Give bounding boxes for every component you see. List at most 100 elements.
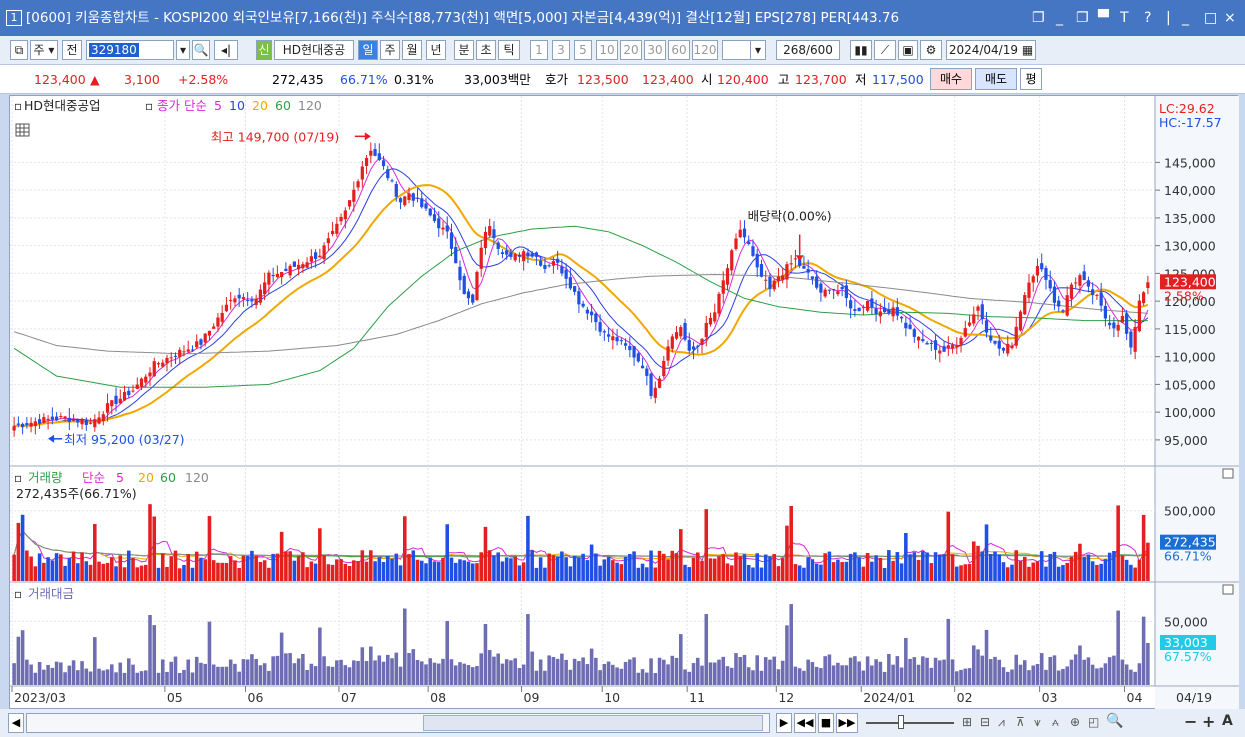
month-tick-label: 08 [430,690,446,705]
minimize-icon[interactable]: _ [1182,0,1189,36]
amount-bar [904,637,908,685]
font-icon[interactable]: T [1120,0,1129,36]
amt-legend-name[interactable]: 거래대금 [28,586,74,601]
search-icon[interactable]: 🔍 [192,40,210,60]
candle-body [195,341,199,348]
zoom-slider-track[interactable] [866,722,954,724]
interval-60[interactable]: 60 [668,40,690,60]
table-toggle-icon[interactable] [15,123,30,137]
tool-split-icon[interactable]: ⊟ [980,715,990,729]
maximize-icon[interactable]: □ [1204,0,1217,36]
candle-body [292,261,296,267]
tile-icon[interactable]: ❐ [1076,0,1089,36]
nav-play-button[interactable]: ▶ [776,713,792,733]
tool-fan-icon[interactable]: ⩜ [1052,715,1059,730]
period-year-tab[interactable]: 년 [426,40,446,60]
count-input[interactable]: 268/600 [776,40,840,60]
zoom-slider-handle[interactable] [898,715,904,729]
amount-bar [25,659,29,685]
amount-bar [925,657,929,685]
period-minute-tab[interactable]: 분 [454,40,474,60]
candle-body [759,264,764,277]
nav-forward-button[interactable]: ▶▶ [836,713,858,733]
vol-legend-name[interactable]: 거래량 [28,470,63,485]
date-input[interactable]: 2024/04/19 ▦ [946,40,1036,60]
interval-dropdown-icon[interactable]: ▾ [750,40,766,60]
full-button[interactable]: 전 [62,40,82,60]
period-tick-tab[interactable]: 틱 [498,40,520,60]
candle-body [390,180,394,182]
candle-body [1057,300,1061,307]
link-icon[interactable]: ⧉ [10,40,28,60]
chart-area[interactable]: 145,000 140,000 135,000 130,000 125,000 120,0… [9,95,1239,710]
pin-icon[interactable]: ▀ [1098,0,1109,36]
interval-30[interactable]: 30 [644,40,666,60]
scroll-left-button[interactable]: ◀ [8,713,24,733]
candle-body [492,229,496,239]
interval-5[interactable]: 5 [574,40,592,60]
interval-3[interactable]: 3 [552,40,570,60]
text-tool-icon[interactable]: A [1222,713,1233,729]
candle-body [636,353,640,362]
stock-name-field[interactable]: HD현대중공 [274,40,354,60]
chart-svg[interactable]: 145,000140,000135,000130,000125,000120,0… [10,96,1239,710]
zoom-in-icon[interactable]: + [1202,712,1215,731]
interval-20[interactable]: 20 [620,40,642,60]
period-day-tab[interactable]: 일 [358,40,378,60]
interval-120[interactable]: 120 [692,40,718,60]
tool-window-icon[interactable]: ◰ [1088,715,1099,729]
candle-body [963,328,967,337]
type-select[interactable]: 주 ▾ [30,40,58,60]
amount-bar [1001,667,1006,685]
tool-area-icon[interactable]: ⩘ [998,715,1005,730]
volume-bar [207,516,212,581]
minimize-line-icon[interactable]: _ [1056,0,1063,36]
help-icon[interactable]: ? [1144,0,1151,36]
period-week-tab[interactable]: 주 [380,40,400,60]
tool-layout-icon[interactable]: ⊞ [962,715,972,729]
eval-button[interactable]: 평 [1020,68,1042,90]
count-value: 268 [783,43,806,57]
compare-icon[interactable]: ▮▮ [850,40,872,60]
save-icon[interactable]: ▣ [898,40,918,60]
volume-bar [967,563,972,581]
amount-bar [611,664,615,685]
volume-bar [500,561,505,581]
magnifier-icon[interactable]: 🔍 [1106,713,1123,729]
code-dropdown-icon[interactable]: ▾ [176,40,190,60]
sound-icon[interactable]: ◂| [214,40,238,60]
sell-button[interactable]: 매도 [975,68,1017,90]
volume-bar [938,554,942,581]
amount-bar [67,665,72,685]
restore-icon[interactable]: ❐ [1032,0,1045,36]
tool-zoom-icon[interactable]: ⊕ [1070,715,1080,729]
amount-bar [1027,670,1031,685]
interval-1[interactable]: 1 [530,40,548,60]
trend-tool-icon[interactable]: ⟋ [874,40,896,60]
price-legend-name[interactable]: HD현대중공업 [24,98,101,113]
volume-bar [530,550,534,581]
volume-bar [369,550,373,581]
period-month-tab[interactable]: 월 [402,40,422,60]
amount-bar [76,670,80,685]
close-icon[interactable]: × [1224,0,1236,36]
scrollbar[interactable] [26,713,770,733]
nav-stop-button[interactable]: ■ [818,713,834,733]
scroll-thumb[interactable] [423,715,763,731]
volume-bar [377,557,382,581]
amount-bar [419,661,424,685]
nav-rewind-button[interactable]: ◀◀ [794,713,816,733]
settings-icon[interactable]: ⚙ [920,40,942,60]
stock-code-input[interactable]: 329180 [86,40,174,60]
tool-trend-icon[interactable]: ⩛ [1034,715,1041,730]
interval-10[interactable]: 10 [596,40,618,60]
buy-button[interactable]: 매수 [930,68,972,90]
amount-bar [721,656,726,685]
period-second-tab[interactable]: 초 [476,40,496,60]
tool-line-icon[interactable]: ⊼ [1016,715,1025,729]
volume-bar [335,559,339,581]
amt-close-icon[interactable] [1222,584,1234,595]
vol-close-icon[interactable] [1222,468,1234,479]
amount-bar [1090,664,1095,685]
zoom-out-icon[interactable]: − [1184,712,1197,731]
